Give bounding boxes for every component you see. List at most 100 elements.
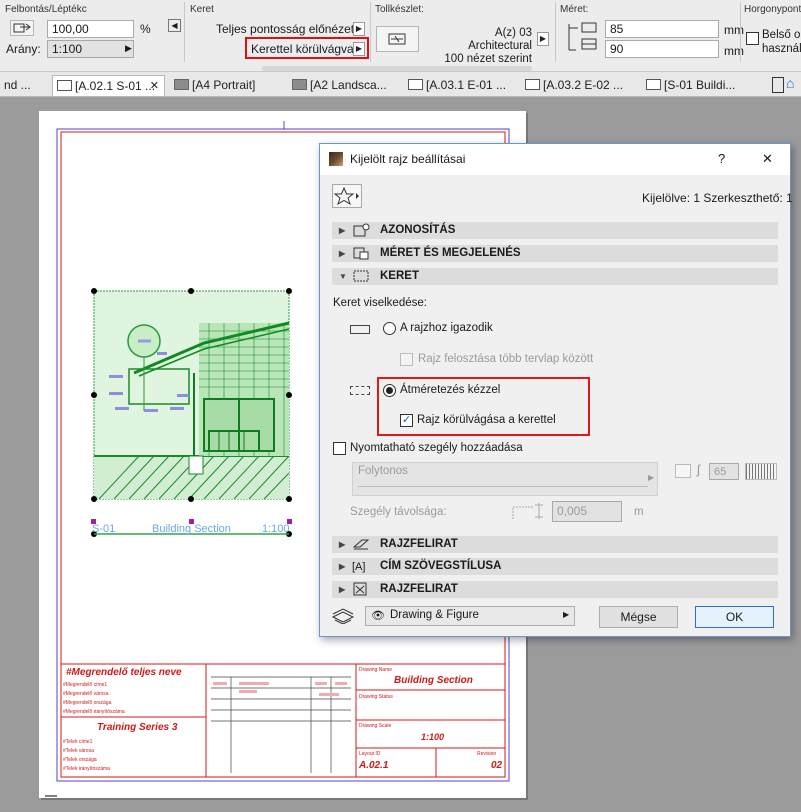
penset-icon[interactable] [376,26,419,52]
scale-select[interactable]: 1:100 [47,40,134,58]
clip-drawing-label: Rajz körülvágása a kerettel [417,414,556,426]
group-identification[interactable]: ▶ AZONOSÍTÁS [332,222,778,239]
pen-symbol-icon: ʃ [697,462,700,477]
help-button[interactable]: ? [718,151,725,166]
penset-line1: A(z) 03 Architectural [468,27,532,52]
margin-input[interactable]: 0,005 [552,501,622,522]
favorites-button[interactable] [332,184,362,208]
anchor-line2: használ [762,43,801,55]
frame-behavior-label: Keret viselkedése: [333,297,427,309]
drawing-name-label: Drawing Name [359,667,393,673]
separator [184,2,185,62]
tab-item[interactable]: nd ... [0,75,52,96]
collapse-icon: ▼ [339,272,347,281]
printable-border-label: Nyomtatható szegély hozzáadása [350,442,523,454]
size-section-title: Méret: [560,4,589,15]
penset-line2: 100 nézet szerint [444,53,532,65]
frame-option-clip-arrow-icon[interactable]: ▶ [353,42,365,56]
width-input[interactable]: 85 [605,20,719,38]
line-type-select[interactable]: Folytonos ▶ [352,462,658,496]
expand-icon: ▶ [339,249,346,258]
layout-icon [292,79,307,90]
archicad-logo-icon [329,152,343,166]
width-unit: mm [724,23,744,37]
layout-id: A.02.1 [359,760,389,771]
drawing-status-label: Drawing Status [359,694,393,700]
resolution-input[interactable]: 100,00 [47,20,134,38]
scale-arrow-icon: ▶ [125,43,132,53]
resolution-icon [10,20,34,36]
group-drawing-title-2[interactable]: ▶ RAJZFELIRAT [332,581,778,598]
layout-icon [174,79,189,90]
split-drawing-checkbox[interactable] [400,353,413,366]
title-parameters-icon [352,582,370,596]
tab-item[interactable]: [A4 Portrait] [170,75,280,96]
drawing-marker-title: Building Section [152,523,231,535]
cancel-button[interactable]: Mégse [599,606,678,628]
drawing-scale-label: Drawing Scale [359,723,392,729]
penset-arrow-icon[interactable]: ▶ [537,32,549,46]
separator [740,2,741,62]
manual-resize-icon [350,386,370,395]
margin-icon [511,501,547,521]
ok-button[interactable]: OK [695,606,774,628]
tab-item[interactable]: [A.03.2 E-02 ... [521,75,641,96]
drawing-name: Building Section [394,675,473,686]
anchor-section-title: Horgonypont: [744,4,801,15]
anchor-line1: Belső or [762,29,801,41]
group-frame[interactable]: ▼ KERET [332,268,778,285]
fit-to-drawing-icon [350,325,370,334]
group-title-text-style[interactable]: ▶ [A] CÍM SZÖVEGSTÍLUSA [332,558,778,575]
pen-number-field[interactable]: 65 [709,463,739,480]
tab-close-icon[interactable]: ✕ [150,76,159,96]
id-icon [352,223,370,237]
percent-label: % [140,22,151,36]
margin-label: Szegély távolsága: [350,506,447,518]
infobox-scrollbar[interactable] [262,66,532,71]
selected-drawing-settings-dialog: Kijelölt rajz beállításai ? ✕ Kijelölve:… [319,143,793,637]
eye-icon: 👁 [371,610,385,622]
pen-weight-icon[interactable] [745,463,777,480]
expand-icon: ▶ [339,226,346,235]
info-box: Felbontás/Léptékc 100,00 % Arány: 1:100 … [0,0,801,72]
expand-icon: ▶ [339,562,346,571]
margin-unit: m [634,506,644,518]
radio-fit-to-drawing-label: A rajzhoz igazodik [400,322,493,334]
frame-section-title: Keret [190,4,214,15]
tab-item[interactable]: [A.03.1 E-01 ... [404,75,520,96]
drawing-marker-name: S-01 [92,523,116,535]
layer-select[interactable]: 👁 Drawing & Figure ▶ [365,606,575,626]
dialog-titlebar[interactable]: Kijelölt rajz beállításai ? ✕ [320,144,790,175]
radio-manual-resize[interactable] [383,384,396,397]
close-button[interactable]: ✕ [762,151,773,167]
client-lines: #Megrendelő címe1 #Megrendelő városa #Megr… [63,682,125,715]
group-drawing-title[interactable]: ▶ RAJZFELIRAT [332,536,778,553]
separator [370,2,371,62]
anchor-text: Belső or használ [762,28,801,56]
revision: 02 [491,760,503,771]
split-drawing-label: Rajz felosztása több tervlap között [418,353,594,365]
collapse-arrow-icon[interactable]: ◀ [168,19,181,32]
pen-icon [675,464,691,478]
layout-icon [57,80,72,91]
tab-item-active[interactable]: [A.02.1 S-01 ... ✕ [52,75,165,96]
printable-border-checkbox[interactable] [333,442,346,455]
clip-drawing-checkbox[interactable]: ✓ [400,414,413,427]
tab-item[interactable]: [S-01 Buildi... [642,75,764,96]
tab-list-icon[interactable] [772,77,784,93]
selection-info: Kijelölve: 1 Szerkeszthető: 1 [642,191,793,205]
text-style-icon: [A] [352,561,366,573]
frame-option-clip[interactable]: Kerettel körülvágva [251,42,354,56]
tab-bar: nd ... [A.02.1 S-01 ... ✕ [A4 Portrait] [… [0,72,801,97]
radio-fit-to-drawing[interactable] [383,322,396,335]
tab-item[interactable]: [A2 Landsca... [288,75,398,96]
frame-option-preview-arrow-icon[interactable]: ▶ [353,22,365,36]
height-input[interactable]: 90 [605,40,719,58]
anchor-checkbox[interactable] [746,32,759,45]
group-size-appearance[interactable]: ▶ MÉRET ÉS MEGJELENÉS [332,245,778,262]
radio-manual-resize-label: Átméretezés kézzel [400,384,501,396]
line-type-value: Folytonos [358,465,408,477]
home-icon[interactable]: ⌂ [786,75,794,91]
frame-option-preview[interactable]: Teljes pontosság előnézet [216,22,354,36]
drawing-scale: 1:100 [421,732,445,742]
